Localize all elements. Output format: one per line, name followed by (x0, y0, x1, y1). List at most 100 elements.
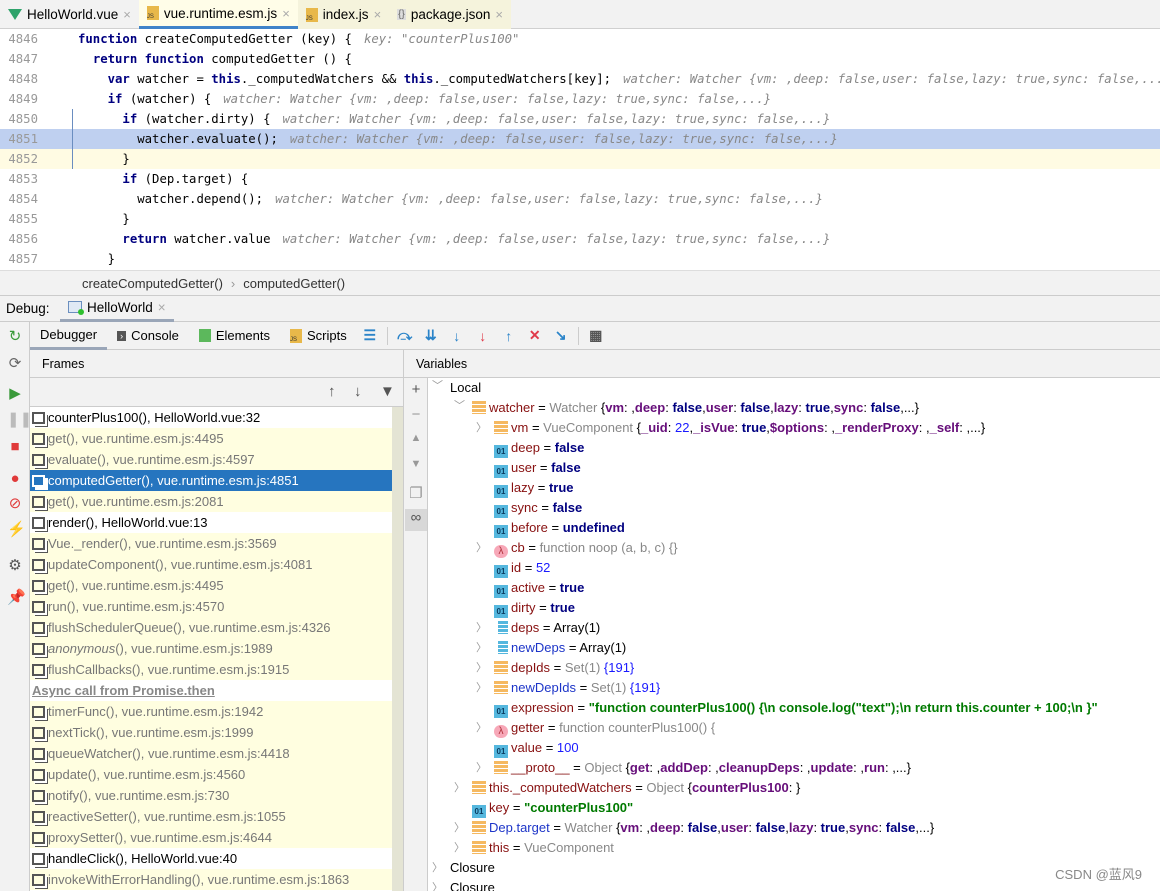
frame-item[interactable]: counterPlus100(), HelloWorld.vue:32 (30, 407, 392, 428)
arrow-up-icon[interactable]: ↑ (328, 383, 336, 400)
variable-row[interactable]: 〉 λ cb = function noop (a, b, c) {} (428, 538, 1160, 558)
chevron-right-icon[interactable]: 〉 (476, 538, 488, 558)
variable-row[interactable]: 〉 deps = Array(1) (428, 618, 1160, 638)
frame-item[interactable]: flushSchedulerQueue(), vue.runtime.esm.j… (30, 617, 392, 638)
breadcrumb-item[interactable]: computedGetter() (243, 276, 345, 291)
resume-icon[interactable]: ▶ (7, 384, 23, 402)
line-number[interactable]: 4852 (0, 149, 38, 169)
drop-frame-icon[interactable]: ✕ (522, 327, 548, 344)
chevron-right-icon[interactable]: 〉 (476, 638, 488, 658)
step-over-icon[interactable]: ⤼ (392, 327, 418, 344)
stop-icon[interactable]: ■ (7, 438, 23, 455)
frame-item[interactable]: update(), vue.runtime.esm.js:4560 (30, 764, 392, 785)
line-number[interactable]: 4856 (0, 229, 38, 249)
close-icon[interactable]: × (374, 7, 382, 22)
remove-watch-icon[interactable]: − (408, 406, 424, 423)
frame-item[interactable]: invokeWithErrorHandling(), vue.runtime.e… (30, 869, 392, 890)
frame-item[interactable]: handleClick(), HelloWorld.vue:40 (30, 848, 392, 869)
view-breakpoints-icon[interactable]: ● (7, 470, 23, 487)
arrow-down-icon[interactable]: ↓ (354, 383, 362, 400)
code-line[interactable]: 4852 } (0, 149, 1160, 169)
chevron-right-icon[interactable]: 〉 (454, 838, 466, 858)
frame-item[interactable]: render(), HelloWorld.vue:13 (30, 512, 392, 533)
variable-row[interactable]: 01 sync = false (428, 498, 1160, 518)
frame-item[interactable]: get(), vue.runtime.esm.js:4495 (30, 428, 392, 449)
editor-tab[interactable]: vue.runtime.esm.js × (138, 0, 298, 29)
frame-item[interactable]: flushCallbacks(), vue.runtime.esm.js:191… (30, 659, 392, 680)
variable-row[interactable]: 01 deep = false (428, 438, 1160, 458)
close-icon[interactable]: × (158, 300, 166, 315)
copy-icon[interactable]: ❐ (408, 484, 424, 502)
variable-row[interactable]: 01 lazy = true (428, 478, 1160, 498)
chevron-right-icon[interactable]: 〉 (432, 878, 444, 891)
glasses-icon[interactable]: ∞ (405, 509, 427, 531)
code-line[interactable]: 4854 watcher.depend(); watcher: Watcher {… (0, 189, 1160, 209)
tab-elements[interactable]: Elements (189, 322, 280, 350)
frame-item[interactable]: anonymous(), vue.runtime.esm.js:1989 (30, 638, 392, 659)
step-into-icon[interactable]: ⇊ (418, 327, 444, 344)
variable-row[interactable]: 〉 this = VueComponent (428, 838, 1160, 858)
line-number[interactable]: 4855 (0, 209, 38, 229)
chevron-right-icon[interactable]: 〉 (432, 858, 444, 878)
variable-row[interactable]: 01 user = false (428, 458, 1160, 478)
debug-session-tab[interactable]: HelloWorld × (60, 296, 174, 322)
code-line[interactable]: 4851 watcher.evaluate(); watcher: Watcher… (0, 129, 1160, 149)
close-icon[interactable]: × (495, 7, 503, 22)
tab-debugger[interactable]: Debugger (30, 322, 108, 350)
variable-row[interactable]: 〉 newDeps = Array(1) (428, 638, 1160, 658)
variable-row[interactable]: 01 id = 52 (428, 558, 1160, 578)
line-number[interactable]: 4850 (0, 109, 38, 129)
chevron-right-icon[interactable]: 〉 (476, 718, 488, 738)
code-line[interactable]: 4856 return watcher.value watcher: Watche… (0, 229, 1160, 249)
editor-tab[interactable]: index.js × (297, 0, 390, 29)
code-line[interactable]: 4850 if (watcher.dirty) {watcher: Watche… (0, 109, 1160, 129)
lightning-icon[interactable]: ⚡ (7, 520, 26, 538)
variable-row[interactable]: 〉 __proto__ = Object {get: ,addDep: ,clea… (428, 758, 1160, 778)
frame-item[interactable]: reactiveSetter(), vue.runtime.esm.js:105… (30, 806, 392, 827)
code-line[interactable]: 4848 var watcher = this._computedWatcher… (0, 69, 1160, 89)
chevron-right-icon[interactable]: 〉 (454, 818, 466, 838)
variable-row[interactable]: ﹀ watcher = Watcher {vm: ,deep: false,use… (428, 398, 1160, 418)
frame-item[interactable]: nextTick(), vue.runtime.esm.js:1999 (30, 722, 392, 743)
chevron-right-icon[interactable]: 〉 (476, 758, 488, 778)
rerun-icon[interactable]: ↻ (7, 327, 23, 345)
evaluate-expression-icon[interactable]: ▦ (583, 327, 609, 344)
variable-row[interactable]: 〉 newDepIds = Set(1) {191} (428, 678, 1160, 698)
line-number[interactable]: 4847 (0, 49, 38, 69)
frame-item[interactable]: proxySetter(), vue.runtime.esm.js:4644 (30, 827, 392, 848)
add-watch-icon[interactable]: + (408, 381, 424, 398)
chevron-right-icon[interactable]: 〉 (476, 658, 488, 678)
frame-item[interactable]: Vue._render(), vue.runtime.esm.js:3569 (30, 533, 392, 554)
chevron-down-icon[interactable]: ﹀ (432, 378, 444, 396)
layout-menu-icon[interactable]: ☰ (357, 327, 383, 344)
close-icon[interactable]: × (123, 7, 131, 22)
variable-row[interactable]: 〉 Closure (428, 858, 1160, 878)
line-number[interactable]: 4848 (0, 69, 38, 89)
variable-row[interactable]: 〉 depIds = Set(1) {191} (428, 658, 1160, 678)
chevron-right-icon[interactable]: 〉 (476, 678, 488, 698)
frame-item[interactable]: timerFunc(), vue.runtime.esm.js:1942 (30, 701, 392, 722)
breadcrumb-item[interactable]: createComputedGetter() (82, 276, 223, 291)
tab-console[interactable]: › Console (107, 322, 189, 350)
variable-row[interactable]: 01 expression = "function counterPlus100(… (428, 698, 1160, 718)
smart-step-into-icon[interactable]: ↓ (470, 328, 496, 344)
force-step-into-icon[interactable]: ↓ (444, 328, 470, 344)
code-line[interactable]: 4849 if (watcher) {watcher: Watcher {vm:… (0, 89, 1160, 109)
move-down-icon[interactable]: ▼ (408, 458, 424, 470)
code-editor[interactable]: 4846 function createComputedGetter (key) … (0, 29, 1160, 270)
frame-item[interactable]: updateComponent(), vue.runtime.esm.js:40… (30, 554, 392, 575)
chevron-right-icon[interactable]: 〉 (476, 418, 488, 438)
variable-row[interactable]: 〉 Dep.target = Watcher {vm: ,deep: false,… (428, 818, 1160, 838)
move-up-icon[interactable]: ▲ (408, 432, 424, 444)
mute-breakpoints-icon[interactable]: ⊘ (7, 494, 23, 512)
variable-row[interactable]: 01 value = 100 (428, 738, 1160, 758)
code-line[interactable]: 4853 if (Dep.target) { (0, 169, 1160, 189)
code-line[interactable]: 4847 return function computedGetter () { (0, 49, 1160, 69)
variable-row[interactable]: 〉 Closure (428, 878, 1160, 891)
editor-tab[interactable]: {} package.json × (389, 0, 511, 29)
refresh-icon[interactable]: ⟳ (7, 354, 23, 372)
line-number[interactable]: 4853 (0, 169, 38, 189)
variable-row[interactable]: 01 dirty = true (428, 598, 1160, 618)
variable-row[interactable]: 〉 vm = VueComponent {_uid: 22,_isVue: tru… (428, 418, 1160, 438)
editor-tab[interactable]: HelloWorld.vue × (0, 0, 139, 29)
